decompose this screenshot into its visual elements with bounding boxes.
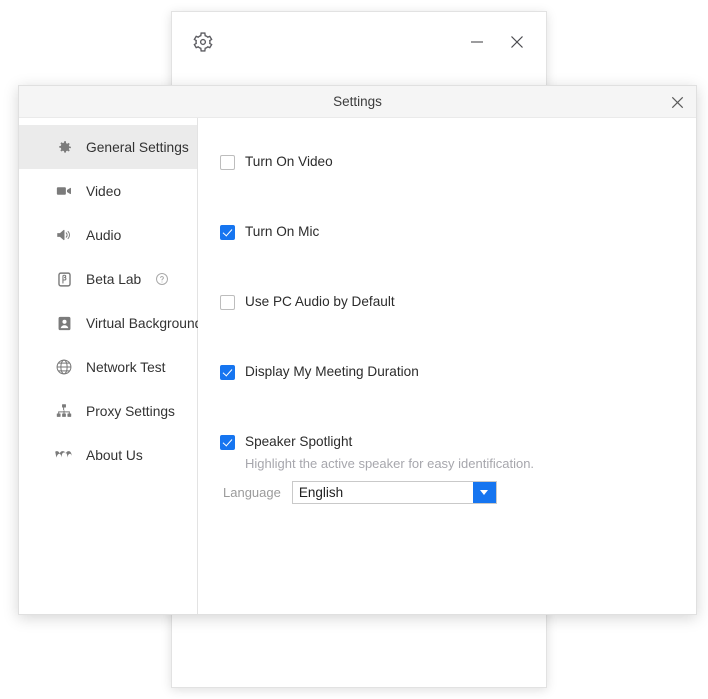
settings-sidebar: General Settings Video Audio Beta Lab Vi… (19, 118, 202, 614)
sidebar-item-proxy-settings[interactable]: Proxy Settings (19, 389, 197, 433)
sidebar-item-general-settings[interactable]: General Settings (19, 125, 197, 169)
sidebar-item-label: Network Test (86, 359, 166, 375)
option-turn-on-mic[interactable]: Turn On Mic (220, 224, 319, 240)
language-row: Language English (223, 481, 497, 504)
sidebar-item-virtual-background[interactable]: Virtual Background (19, 301, 202, 345)
option-label: Use PC Audio by Default (245, 294, 395, 309)
minimize-button[interactable] (464, 29, 490, 55)
close-icon[interactable] (504, 29, 530, 55)
language-value: English (298, 485, 344, 500)
option-label: Speaker Spotlight (245, 434, 353, 449)
sidebar-item-about-us[interactable]: About Us (19, 433, 197, 477)
language-label: Language (223, 485, 281, 500)
option-label: Turn On Mic (245, 224, 320, 239)
sidebar-item-label: Audio (86, 227, 122, 243)
waves-icon (55, 446, 73, 464)
globe-icon (55, 358, 73, 376)
gear-icon[interactable] (192, 31, 214, 53)
person-card-icon (55, 314, 73, 332)
checkbox-speaker-spotlight[interactable] (220, 435, 235, 450)
settings-dialog: Settings General Settings Video Audio Be… (18, 85, 697, 615)
sidebar-item-label: Proxy Settings (86, 403, 175, 419)
help-circle-icon[interactable] (155, 272, 169, 286)
video-camera-icon (55, 182, 73, 200)
dialog-titlebar[interactable]: Settings (19, 86, 696, 118)
sitemap-icon (55, 402, 73, 420)
language-select[interactable]: English (291, 481, 497, 504)
checkbox-turn-on-video[interactable] (220, 155, 235, 170)
checkbox-turn-on-mic[interactable] (220, 225, 235, 240)
dialog-title: Settings (333, 94, 382, 109)
screen: Settings General Settings Video Audio Be… (0, 0, 708, 699)
sidebar-item-video[interactable]: Video (19, 169, 197, 213)
beta-flask-icon (55, 270, 73, 288)
sidebar-item-label: About Us (86, 447, 143, 463)
gear-icon (55, 138, 73, 156)
close-icon[interactable] (664, 89, 690, 115)
sidebar-item-audio[interactable]: Audio (19, 213, 197, 257)
speaker-icon (55, 226, 73, 244)
option-use-pc-audio-by-default[interactable]: Use PC Audio by Default (220, 294, 395, 310)
option-display-my-meeting-duration[interactable]: Display My Meeting Duration (220, 364, 419, 380)
option-turn-on-video[interactable]: Turn On Video (220, 154, 333, 170)
sidebar-item-label: General Settings (86, 139, 189, 155)
option-speaker-spotlight[interactable]: Speaker Spotlight (220, 434, 352, 450)
background-window-titlebar[interactable] (172, 12, 546, 69)
sidebar-item-beta-lab[interactable]: Beta Lab (19, 257, 197, 301)
sidebar-item-label: Beta Lab (86, 271, 142, 287)
speaker-spotlight-description: Highlight the active speaker for easy id… (245, 456, 535, 471)
general-settings-panel: Turn On Video Turn On Mic Use PC Audio b… (198, 118, 696, 614)
option-label: Display My Meeting Duration (245, 364, 419, 379)
sidebar-item-network-test[interactable]: Network Test (19, 345, 197, 389)
sidebar-item-label: Video (86, 183, 122, 199)
dialog-body: General Settings Video Audio Beta Lab Vi… (19, 118, 696, 614)
checkbox-use-pc-audio-by-default[interactable] (220, 295, 235, 310)
sidebar-item-label: Virtual Background (86, 315, 203, 331)
checkbox-display-my-meeting-duration[interactable] (220, 365, 235, 380)
chevron-down-icon[interactable] (472, 482, 496, 503)
option-label: Turn On Video (245, 154, 333, 169)
